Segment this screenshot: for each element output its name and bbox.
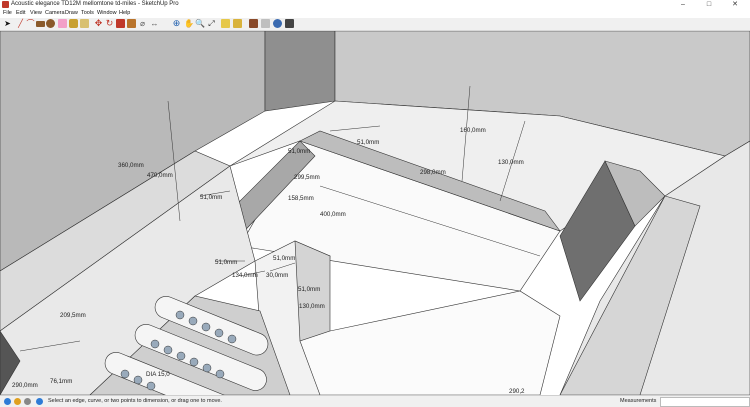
zoom-extents-icon[interactable]: ⤢ — [207, 19, 216, 28]
rectangle-icon[interactable] — [36, 21, 45, 27]
eraser-icon[interactable] — [58, 19, 67, 28]
dimension-label[interactable]: 30,0mm — [266, 272, 288, 279]
arc-icon[interactable]: ⌒ — [26, 19, 35, 28]
dimension-label[interactable]: 400,0mm — [320, 211, 346, 218]
menu-window[interactable]: Window — [97, 9, 117, 18]
select-icon[interactable]: ➤ — [3, 19, 12, 28]
dimension-label[interactable]: 130,0mm — [498, 159, 524, 166]
sketchup-app-icon — [2, 1, 9, 8]
styles-icon[interactable] — [273, 19, 282, 28]
status-bar: Select an edge, curve, or two points to … — [0, 395, 750, 407]
menu-bar: File Edit View Camera Draw Tools Window … — [0, 9, 750, 18]
menu-edit[interactable]: Edit — [16, 9, 25, 18]
orbit-icon[interactable]: ⊕ — [172, 19, 181, 28]
status-message: Select an edge, curve, or two points to … — [48, 398, 222, 404]
3d-warehouse-icon[interactable] — [221, 19, 230, 28]
dimension-label[interactable]: 51,0mm — [215, 259, 237, 266]
pan-icon[interactable]: ✋ — [184, 19, 194, 28]
circle-icon[interactable] — [46, 19, 55, 28]
menu-camera[interactable]: Camera — [45, 9, 65, 18]
zoom-icon[interactable]: 🔍 — [195, 19, 205, 28]
menu-tools[interactable]: Tools — [81, 9, 94, 18]
offset-icon[interactable] — [127, 19, 136, 28]
dimension-label[interactable]: 290,2 — [509, 388, 525, 395]
line-icon[interactable]: ╱ — [16, 19, 25, 28]
menu-file[interactable]: File — [3, 9, 12, 18]
dimension-label[interactable]: 299,5mm — [294, 174, 320, 181]
dimension-label[interactable]: 51,0mm — [357, 139, 379, 146]
measurements-label: Measurements — [620, 398, 657, 404]
dimension-label[interactable]: DIA 15,0 — [146, 371, 170, 378]
menu-view[interactable]: View — [30, 9, 42, 18]
window-title: Acoustic elegance TD12M mellomtone td-mi… — [11, 1, 179, 7]
enclosure-model-drawing[interactable]: 360,0mm 470,0mm 51,0mm 51,0mm 298,0mm 13… — [0, 31, 750, 395]
dimension-label[interactable]: 51,0mm — [298, 286, 320, 293]
dimension-label[interactable]: 209,5mm — [60, 312, 86, 319]
layout-icon[interactable] — [261, 19, 270, 28]
components-icon[interactable] — [233, 19, 242, 28]
main-toolbar: ➤ ╱ ⌒ ✥ ↻ ⌀ ↔ ⊕ ✋ 🔍 ⤢ — [0, 18, 750, 31]
help-icon[interactable] — [36, 398, 43, 405]
dimension-label[interactable]: 130,0mm — [299, 303, 325, 310]
back-wall-corner — [264, 31, 336, 112]
paint-bucket-icon[interactable] — [69, 19, 78, 28]
rotate-icon[interactable]: ↻ — [105, 19, 114, 28]
scale-icon[interactable] — [116, 19, 125, 28]
minimize-button[interactable]: – — [674, 0, 692, 9]
tape-measure-icon[interactable]: ⌀ — [138, 19, 147, 28]
dimension-label[interactable]: 76,1mm — [50, 378, 72, 385]
dimension-label[interactable]: 134,0mm — [232, 272, 258, 279]
dimension-label[interactable]: 290,0mm — [12, 382, 38, 389]
credits-icon[interactable] — [14, 398, 21, 405]
maximize-button[interactable]: □ — [700, 0, 718, 9]
title-bar: Acoustic elegance TD12M mellomtone td-mi… — [0, 0, 750, 9]
menu-draw[interactable]: Draw — [65, 9, 78, 18]
geo-location-icon[interactable] — [4, 398, 11, 405]
dimension-label[interactable]: 160,0mm — [460, 127, 486, 134]
dimension-icon[interactable]: ↔ — [150, 19, 159, 28]
move-icon[interactable]: ✥ — [94, 19, 103, 28]
user-icon[interactable] — [24, 398, 31, 405]
dimension-label[interactable]: 158,5mm — [288, 195, 314, 202]
extension-warehouse-icon[interactable] — [249, 19, 258, 28]
push-pull-icon[interactable] — [80, 19, 89, 28]
dimension-label[interactable]: 360,0mm — [118, 162, 144, 169]
dimension-label[interactable]: 51,0mm — [200, 194, 222, 201]
dimension-label[interactable]: 470,0mm — [147, 172, 173, 179]
dimension-label[interactable]: 51,0mm — [273, 255, 295, 262]
close-button[interactable]: ✕ — [726, 0, 744, 9]
shadows-icon[interactable] — [285, 19, 294, 28]
model-viewport[interactable]: 360,0mm 470,0mm 51,0mm 51,0mm 298,0mm 13… — [0, 31, 750, 395]
dimension-label[interactable]: 51,0mm — [288, 148, 310, 155]
menu-help[interactable]: Help — [119, 9, 130, 18]
dimension-label[interactable]: 298,0mm — [420, 169, 446, 176]
